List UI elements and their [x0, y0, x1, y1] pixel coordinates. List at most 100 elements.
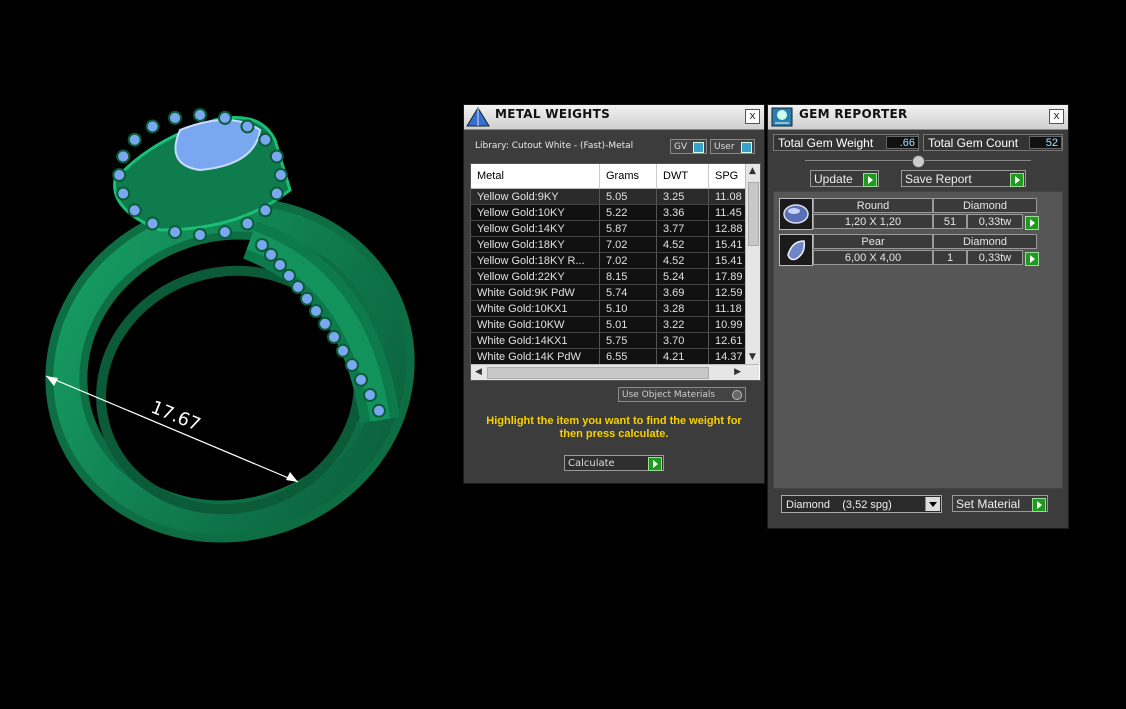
metal-weights-panel: METAL WEIGHTS x Library: Cutout White - …: [463, 104, 765, 484]
metal-cell: White Gold:14K PdW: [471, 348, 600, 365]
gem-reporter-titlebar[interactable]: GEM REPORTER x: [768, 105, 1068, 130]
dwt-cell: 3.25: [656, 188, 709, 205]
gv-toggle-label: GV: [674, 142, 688, 152]
melee-stone: [168, 225, 183, 240]
play-icon: [863, 173, 877, 187]
save-report-button[interactable]: Save Report: [901, 170, 1026, 187]
melee-stone: [372, 403, 386, 418]
melee-stone: [282, 268, 296, 283]
grams-cell: 8.15: [599, 268, 657, 285]
column-header-grams[interactable]: Grams: [599, 164, 657, 189]
close-icon[interactable]: x: [745, 109, 760, 124]
table-row[interactable]: Yellow Gold:9KY 5.05 3.25 11.08: [471, 188, 756, 205]
total-gem-count-field: Total Gem Count 52: [923, 134, 1063, 151]
grams-cell: 5.01: [599, 316, 657, 333]
vertical-scrollbar[interactable]: ▲ ▼: [745, 164, 760, 364]
melee-stone: [145, 216, 160, 231]
metal-cell: Yellow Gold:22KY: [471, 268, 600, 285]
table-row[interactable]: Yellow Gold:22KY 8.15 5.24 17.89: [471, 268, 756, 285]
scroll-up-icon[interactable]: ▲: [749, 166, 756, 176]
grams-cell: 5.74: [599, 284, 657, 301]
melee-stone: [264, 247, 278, 262]
dwt-cell: 3.28: [656, 300, 709, 317]
metal-cell: White Gold:9K PdW: [471, 284, 600, 301]
melee-stone: [127, 132, 142, 147]
user-toggle-label: User: [714, 142, 735, 152]
scroll-left-icon[interactable]: ◀: [475, 367, 482, 377]
round-gem-icon: [779, 198, 813, 230]
table-row[interactable]: White Gold:14KX1 5.75 3.70 12.61: [471, 332, 756, 349]
dwt-cell: 3.70: [656, 332, 709, 349]
set-material-button[interactable]: Set Material: [952, 495, 1048, 512]
gem-row-pear[interactable]: Pear Diamond 6,00 X 4,00 1 0,33tw: [779, 234, 1039, 266]
material-select[interactable]: Diamond (3,52 spg): [781, 495, 942, 513]
melee-stone: [327, 330, 341, 344]
play-icon: [1010, 173, 1024, 187]
melee-stone: [309, 304, 323, 318]
metal-cell: Yellow Gold:10KY: [471, 204, 600, 221]
table-row[interactable]: White Gold:9K PdW 5.74 3.69 12.59: [471, 284, 756, 301]
play-icon[interactable]: [1025, 216, 1039, 230]
dwt-cell: 4.52: [656, 252, 709, 269]
scroll-down-icon[interactable]: ▼: [749, 352, 756, 362]
dwt-cell: 3.36: [656, 204, 709, 221]
material-select-value: Diamond (3,52 spg): [786, 499, 892, 511]
user-toggle[interactable]: User: [710, 139, 755, 154]
metal-cell: White Gold:14KX1: [471, 332, 600, 349]
3d-viewport[interactable]: 17.67: [0, 0, 460, 705]
horizontal-scrollbar[interactable]: ◀ ▶: [471, 364, 759, 380]
radio-icon[interactable]: [732, 390, 742, 400]
melee-stone: [193, 228, 207, 242]
gv-toggle[interactable]: GV: [670, 139, 707, 154]
gem-count: 1: [933, 250, 967, 265]
play-icon: [1032, 498, 1046, 512]
table-row[interactable]: Yellow Gold:18KY 7.02 4.52 15.41: [471, 236, 756, 253]
grams-cell: 5.10: [599, 300, 657, 317]
gem-row-round[interactable]: Round Diamond 1,20 X 1,20 51 0,33tw: [779, 198, 1039, 230]
melee-stone: [240, 119, 255, 134]
total-gem-count-value: 52: [1029, 136, 1062, 149]
table-row[interactable]: White Gold:10KX1 5.10 3.28 11.18: [471, 300, 756, 317]
play-icon[interactable]: [1025, 252, 1039, 266]
table-row[interactable]: Yellow Gold:18KY R... 7.02 4.52 15.41: [471, 252, 756, 269]
metal-weights-title: METAL WEIGHTS: [495, 107, 611, 121]
grams-cell: 7.02: [599, 252, 657, 269]
metal-weights-titlebar[interactable]: METAL WEIGHTS x: [464, 105, 764, 130]
table-row[interactable]: White Gold:10KW 5.01 3.22 10.99: [471, 316, 756, 333]
gem-count: 51: [933, 214, 967, 229]
metal-cell: White Gold:10KW: [471, 316, 600, 333]
gem-shape: Pear: [813, 234, 933, 249]
column-header-dwt[interactable]: DWT: [656, 164, 709, 189]
ring-model: 17.67: [45, 108, 415, 543]
metal-weights-icon: [465, 106, 491, 128]
calculate-button[interactable]: Calculate: [564, 455, 664, 471]
scroll-right-icon[interactable]: ▶: [734, 367, 741, 377]
gem-reporter-icon: [769, 106, 795, 128]
use-object-materials-label: Use Object Materials: [622, 390, 716, 400]
play-icon: [648, 457, 662, 471]
dwt-cell: 4.52: [656, 236, 709, 253]
gem-material: Diamond: [933, 234, 1037, 249]
close-icon[interactable]: x: [1049, 109, 1064, 124]
column-header-metal[interactable]: Metal: [471, 164, 600, 189]
grams-cell: 7.02: [599, 236, 657, 253]
total-gem-weight-label: Total Gem Weight: [778, 136, 874, 150]
melee-stone: [291, 280, 305, 294]
melee-stone: [127, 203, 142, 218]
melee-stone: [255, 238, 269, 252]
slider-handle[interactable]: [912, 155, 925, 168]
table-row[interactable]: White Gold:14K PdW 6.55 4.21 14.37: [471, 348, 756, 365]
chevron-down-icon[interactable]: [925, 497, 940, 511]
use-object-materials-option[interactable]: Use Object Materials: [618, 387, 746, 402]
total-gem-weight-field: Total Gem Weight .66: [773, 134, 919, 151]
melee-stone: [318, 316, 332, 331]
melee-stone: [269, 149, 284, 164]
table-row[interactable]: Yellow Gold:14KY 5.87 3.77 12.88: [471, 220, 756, 237]
dwt-cell: 5.24: [656, 268, 709, 285]
metal-cell: White Gold:10KX1: [471, 300, 600, 317]
melee-stone: [116, 186, 131, 201]
gem-list: Round Diamond 1,20 X 1,20 51 0,33tw Pear…: [773, 191, 1063, 489]
gem-size: 1,20 X 1,20: [813, 214, 933, 229]
table-row[interactable]: Yellow Gold:10KY 5.22 3.36 11.45: [471, 204, 756, 221]
update-button[interactable]: Update: [810, 170, 879, 187]
